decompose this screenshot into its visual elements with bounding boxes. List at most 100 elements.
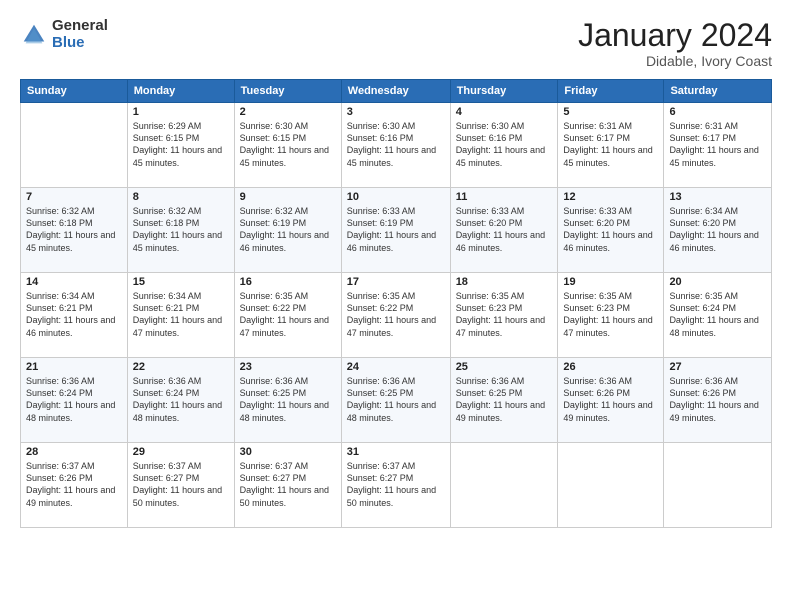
calendar-header-wednesday: Wednesday — [341, 80, 450, 103]
header: General Blue January 2024 Didable, Ivory… — [20, 18, 772, 69]
title-area: January 2024 Didable, Ivory Coast — [578, 18, 772, 69]
cell-info: Sunrise: 6:36 AMSunset: 6:24 PMDaylight:… — [26, 375, 122, 424]
calendar-cell: 13Sunrise: 6:34 AMSunset: 6:20 PMDayligh… — [664, 188, 772, 273]
logo-general: General — [52, 18, 108, 35]
day-number: 18 — [456, 276, 553, 288]
day-number: 15 — [133, 276, 229, 288]
cell-info: Sunrise: 6:31 AMSunset: 6:17 PMDaylight:… — [563, 120, 658, 169]
day-number: 14 — [26, 276, 122, 288]
calendar-cell: 25 Sunrise: 6:36 AMSunset: 6:25 PMDayligh… — [450, 358, 558, 443]
day-number: 31 — [347, 446, 445, 458]
logo: General Blue — [20, 18, 108, 51]
calendar-cell: 15 Sunrise: 6:34 AMSunset: 6:21 PMDayligh… — [127, 273, 234, 358]
calendar-cell: 2 Sunrise: 6:30 AMSunset: 6:15 PMDaylight… — [234, 103, 341, 188]
cell-info: Sunrise: 6:32 AMSunset: 6:18 PMDaylight:… — [26, 205, 122, 254]
day-number: 21 — [26, 361, 122, 373]
calendar-week-row: 7 Sunrise: 6:32 AMSunset: 6:18 PMDaylight… — [21, 188, 772, 273]
day-number: 2 — [240, 106, 336, 118]
cell-info: Sunrise: 6:30 AMSunset: 6:16 PMDaylight:… — [456, 120, 553, 169]
calendar-cell: 22 Sunrise: 6:36 AMSunset: 6:24 PMDayligh… — [127, 358, 234, 443]
day-number: 29 — [133, 446, 229, 458]
calendar-cell — [664, 443, 772, 528]
calendar-cell: 27 Sunrise: 6:36 AMSunset: 6:26 PMDayligh… — [664, 358, 772, 443]
cell-info: Sunrise: 6:35 AMSunset: 6:23 PMDaylight:… — [456, 290, 553, 339]
cell-info: Sunrise: 6:33 AMSunset: 6:20 PMDaylight:… — [456, 205, 553, 254]
cell-info: Sunrise: 6:35 AMSunset: 6:22 PMDaylight:… — [347, 290, 445, 339]
cell-info: Sunrise: 6:34 AMSunset: 6:20 PMDaylight:… — [669, 205, 766, 254]
calendar-table: SundayMondayTuesdayWednesdayThursdayFrid… — [20, 79, 772, 528]
calendar-header-tuesday: Tuesday — [234, 80, 341, 103]
day-number: 27 — [669, 361, 766, 373]
calendar-header-row: SundayMondayTuesdayWednesdayThursdayFrid… — [21, 80, 772, 103]
cell-info: Sunrise: 6:30 AMSunset: 6:15 PMDaylight:… — [240, 120, 336, 169]
day-number: 10 — [347, 191, 445, 203]
day-number: 23 — [240, 361, 336, 373]
cell-info: Sunrise: 6:33 AMSunset: 6:19 PMDaylight:… — [347, 205, 445, 254]
calendar-cell: 19 Sunrise: 6:35 AMSunset: 6:23 PMDayligh… — [558, 273, 664, 358]
day-number: 5 — [563, 106, 658, 118]
cell-info: Sunrise: 6:34 AMSunset: 6:21 PMDaylight:… — [26, 290, 122, 339]
calendar-cell: 1 Sunrise: 6:29 AMSunset: 6:15 PMDaylight… — [127, 103, 234, 188]
calendar-cell: 3 Sunrise: 6:30 AMSunset: 6:16 PMDaylight… — [341, 103, 450, 188]
calendar-cell — [558, 443, 664, 528]
cell-info: Sunrise: 6:37 AMSunset: 6:27 PMDaylight:… — [133, 460, 229, 509]
calendar-cell: 9Sunrise: 6:32 AMSunset: 6:19 PMDaylight… — [234, 188, 341, 273]
day-number: 17 — [347, 276, 445, 288]
calendar-header-sunday: Sunday — [21, 80, 128, 103]
calendar-cell: 17 Sunrise: 6:35 AMSunset: 6:22 PMDayligh… — [341, 273, 450, 358]
calendar-cell: 10 Sunrise: 6:33 AMSunset: 6:19 PMDayligh… — [341, 188, 450, 273]
calendar-cell — [450, 443, 558, 528]
calendar-week-row: 14 Sunrise: 6:34 AMSunset: 6:21 PMDayligh… — [21, 273, 772, 358]
calendar-week-row: 1 Sunrise: 6:29 AMSunset: 6:15 PMDaylight… — [21, 103, 772, 188]
day-number: 12 — [563, 191, 658, 203]
title-location: Didable, Ivory Coast — [578, 53, 772, 69]
cell-info: Sunrise: 6:35 AMSunset: 6:23 PMDaylight:… — [563, 290, 658, 339]
logo-blue: Blue — [52, 35, 108, 52]
calendar-cell: 26Sunrise: 6:36 AMSunset: 6:26 PMDayligh… — [558, 358, 664, 443]
calendar-cell: 31Sunrise: 6:37 AMSunset: 6:27 PMDayligh… — [341, 443, 450, 528]
calendar-cell: 11 Sunrise: 6:33 AMSunset: 6:20 PMDayligh… — [450, 188, 558, 273]
day-number: 3 — [347, 106, 445, 118]
calendar-header-monday: Monday — [127, 80, 234, 103]
calendar-cell: 20Sunrise: 6:35 AMSunset: 6:24 PMDayligh… — [664, 273, 772, 358]
day-number: 19 — [563, 276, 658, 288]
calendar-cell: 29 Sunrise: 6:37 AMSunset: 6:27 PMDayligh… — [127, 443, 234, 528]
calendar-cell: 30Sunrise: 6:37 AMSunset: 6:27 PMDayligh… — [234, 443, 341, 528]
logo-icon — [20, 21, 48, 49]
day-number: 8 — [133, 191, 229, 203]
calendar-cell — [21, 103, 128, 188]
calendar-cell: 16Sunrise: 6:35 AMSunset: 6:22 PMDayligh… — [234, 273, 341, 358]
cell-info: Sunrise: 6:36 AMSunset: 6:26 PMDaylight:… — [563, 375, 658, 424]
calendar-cell: 14 Sunrise: 6:34 AMSunset: 6:21 PMDayligh… — [21, 273, 128, 358]
day-number: 1 — [133, 106, 229, 118]
cell-info: Sunrise: 6:37 AMSunset: 6:26 PMDaylight:… — [26, 460, 122, 509]
day-number: 30 — [240, 446, 336, 458]
cell-info: Sunrise: 6:30 AMSunset: 6:16 PMDaylight:… — [347, 120, 445, 169]
cell-info: Sunrise: 6:36 AMSunset: 6:26 PMDaylight:… — [669, 375, 766, 424]
cell-info: Sunrise: 6:34 AMSunset: 6:21 PMDaylight:… — [133, 290, 229, 339]
cell-info: Sunrise: 6:36 AMSunset: 6:24 PMDaylight:… — [133, 375, 229, 424]
page: General Blue January 2024 Didable, Ivory… — [0, 0, 792, 612]
calendar-cell: 28Sunrise: 6:37 AMSunset: 6:26 PMDayligh… — [21, 443, 128, 528]
day-number: 25 — [456, 361, 553, 373]
calendar-week-row: 28Sunrise: 6:37 AMSunset: 6:26 PMDayligh… — [21, 443, 772, 528]
calendar-cell: 5 Sunrise: 6:31 AMSunset: 6:17 PMDaylight… — [558, 103, 664, 188]
day-number: 11 — [456, 191, 553, 203]
cell-info: Sunrise: 6:32 AMSunset: 6:19 PMDaylight:… — [240, 205, 336, 254]
day-number: 7 — [26, 191, 122, 203]
cell-info: Sunrise: 6:35 AMSunset: 6:22 PMDaylight:… — [240, 290, 336, 339]
calendar-cell: 12Sunrise: 6:33 AMSunset: 6:20 PMDayligh… — [558, 188, 664, 273]
cell-info: Sunrise: 6:36 AMSunset: 6:25 PMDaylight:… — [456, 375, 553, 424]
calendar-cell: 7 Sunrise: 6:32 AMSunset: 6:18 PMDaylight… — [21, 188, 128, 273]
calendar-header-friday: Friday — [558, 80, 664, 103]
calendar-cell: 23 Sunrise: 6:36 AMSunset: 6:25 PMDayligh… — [234, 358, 341, 443]
cell-info: Sunrise: 6:35 AMSunset: 6:24 PMDaylight:… — [669, 290, 766, 339]
calendar-header-saturday: Saturday — [664, 80, 772, 103]
day-number: 24 — [347, 361, 445, 373]
day-number: 4 — [456, 106, 553, 118]
calendar-cell: 8Sunrise: 6:32 AMSunset: 6:18 PMDaylight… — [127, 188, 234, 273]
cell-info: Sunrise: 6:29 AMSunset: 6:15 PMDaylight:… — [133, 120, 229, 169]
cell-info: Sunrise: 6:36 AMSunset: 6:25 PMDaylight:… — [240, 375, 336, 424]
calendar-header-thursday: Thursday — [450, 80, 558, 103]
day-number: 22 — [133, 361, 229, 373]
